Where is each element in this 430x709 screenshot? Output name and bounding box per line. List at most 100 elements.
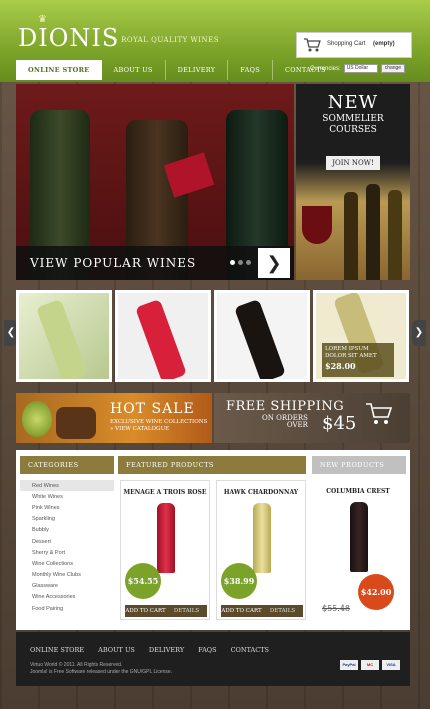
bottle-image: [253, 503, 271, 573]
category-item[interactable]: Wine Collections: [20, 558, 114, 569]
nav-faqs[interactable]: FAQS: [228, 60, 272, 80]
slider-dots: [230, 260, 251, 265]
category-item[interactable]: Wine Accessories: [20, 592, 114, 603]
product-name[interactable]: HAWK CHARDONNAY: [217, 489, 305, 496]
product-price: $54.55: [125, 563, 161, 599]
slider-dot[interactable]: [238, 260, 243, 265]
tagline-text: ROYAL QUALITY WINES: [121, 36, 220, 44]
category-item[interactable]: Pink Wines: [20, 502, 114, 513]
category-item[interactable]: Glassware: [20, 581, 114, 592]
hero-caption-text[interactable]: VIEW POPULAR WINES: [30, 256, 196, 270]
carousel-item[interactable]: [214, 290, 310, 382]
cart-icon: [304, 38, 321, 52]
footer-copyright: Virtuo World © 2011. All Rights Reserved…: [30, 662, 172, 676]
join-now-button[interactable]: JOIN NOW!: [326, 156, 380, 170]
footer-link[interactable]: ABOUT US: [98, 646, 135, 654]
product-actions: ADD TO CART DETAILS: [221, 605, 303, 617]
category-item[interactable]: Bubbly: [20, 525, 114, 536]
carousel-item[interactable]: LOREM IPSUM DOLOR SIT AMET $28.00: [313, 290, 409, 382]
product-carousel: LOREM IPSUM DOLOR SIT AMET $28.00: [16, 290, 410, 382]
bottle-image: [36, 298, 88, 379]
add-to-cart-button[interactable]: ADD TO CART: [221, 605, 262, 617]
shopping-cart[interactable]: Shopping Cart (empty): [296, 32, 412, 58]
bottle-image: [350, 502, 368, 572]
payment-icons: PayPal MC VISA: [340, 660, 400, 670]
add-to-cart-button[interactable]: ADD TO CART: [125, 605, 166, 617]
product-card[interactable]: COLUMBIA CREST $55.48 $42.00: [314, 480, 404, 620]
category-item[interactable]: White Wines: [20, 491, 114, 502]
slider-dot[interactable]: [230, 260, 235, 265]
footer-link[interactable]: CONTACTS: [231, 646, 269, 654]
content-area: CATEGORIES Red Wines White Wines Pink Wi…: [16, 450, 410, 630]
category-item[interactable]: Monthly Wine Clubs: [20, 570, 114, 581]
category-item[interactable]: Sparkling: [20, 514, 114, 525]
hot-sale-title: HOT SALE: [110, 401, 195, 417]
footer-link[interactable]: ONLINE STORE: [30, 646, 84, 654]
old-price: $55.48: [322, 604, 350, 613]
header: ♛ DIONIS ✦ ROYAL QUALITY WINES Shopping …: [0, 0, 430, 82]
overlay-price: $28.00: [325, 361, 356, 371]
footer-link[interactable]: FAQS: [198, 646, 216, 654]
product-actions: ADD TO CART DETAILS: [125, 605, 207, 617]
cart-status: (empty): [373, 41, 395, 47]
promo-subtitle: SOMMELIER COURSES: [296, 114, 410, 136]
logo[interactable]: DIONIS: [18, 24, 119, 52]
category-item[interactable]: Sherry & Port: [20, 547, 114, 558]
category-item[interactable]: Food Pairing: [20, 603, 114, 614]
nav-online-store[interactable]: ONLINE STORE: [16, 60, 102, 80]
copyright-line: Joomla! is Free Software released under …: [30, 669, 173, 675]
product-name[interactable]: COLUMBIA CREST: [314, 488, 402, 495]
free-shipping-subtitle: ON ORDERS OVER: [262, 415, 308, 429]
hot-sale-subtitle: EXCLUSIVE WINE COLLECTIONS » VIEW CATALO…: [110, 419, 207, 433]
overlay-text: LOREM IPSUM DOLOR SIT AMET: [325, 346, 377, 359]
slider-dot[interactable]: [246, 260, 251, 265]
footer-nav: ONLINE STORE ABOUT US DELIVERY FAQS CONT…: [30, 646, 269, 654]
promo-subtitle-line: COURSES: [329, 125, 377, 135]
details-button[interactable]: DETAILS: [262, 605, 303, 617]
hero-slider[interactable]: VIEW POPULAR WINES ❯: [16, 84, 294, 280]
sommelier-promo[interactable]: NEW SOMMELIER COURSES JOIN NOW!: [296, 84, 410, 280]
footer: ONLINE STORE ABOUT US DELIVERY FAQS CONT…: [16, 632, 410, 686]
carousel-overlay[interactable]: LOREM IPSUM DOLOR SIT AMET $28.00: [322, 343, 394, 377]
nav-about-us[interactable]: ABOUT US: [102, 60, 165, 80]
cart-icon: [366, 403, 393, 424]
free-shipping-amount: $45: [322, 413, 357, 434]
new-products-heading: NEW PRODUCTS: [312, 456, 406, 474]
carousel-next-button[interactable]: ❯: [412, 320, 426, 346]
product-price: $38.99: [221, 563, 257, 599]
view-catalogue-link[interactable]: » VIEW CATALOGUE: [110, 426, 207, 433]
promo-title: NEW: [327, 92, 379, 113]
product-card[interactable]: HAWK CHARDONNAY $38.99 ADD TO CART DETAI…: [216, 480, 306, 620]
shipping-line: OVER: [286, 421, 308, 429]
hot-sale-banner[interactable]: HOT SALE EXCLUSIVE WINE COLLECTIONS » VI…: [16, 393, 212, 443]
nav-contacts[interactable]: CONTACTS: [273, 60, 338, 80]
featured-products-heading: FEATURED PRODUCTS: [118, 456, 306, 474]
product-name[interactable]: MENAGE A TROIS ROSE: [121, 489, 209, 496]
hot-sale-line: EXCLUSIVE WINE COLLECTIONS: [110, 419, 208, 425]
category-item[interactable]: Dessert: [20, 536, 114, 547]
categories-heading: CATEGORIES: [20, 456, 114, 474]
tagline: ✦ ROYAL QUALITY WINES: [112, 36, 220, 44]
promo-subtitle-line: SOMMELIER: [322, 114, 384, 124]
bottle-image: [344, 192, 358, 280]
hero-caption: VIEW POPULAR WINES ❯: [16, 246, 294, 280]
change-currency-button[interactable]: change: [380, 64, 406, 73]
carousel-item[interactable]: [16, 290, 112, 382]
visa-icon: VISA: [382, 660, 400, 670]
details-button[interactable]: DETAILS: [166, 605, 207, 617]
bottle-image: [234, 298, 286, 379]
wine-glass-image: [302, 206, 332, 244]
footer-link[interactable]: DELIVERY: [149, 646, 184, 654]
main-nav: ONLINE STORE ABOUT US DELIVERY FAQS CONT…: [16, 60, 338, 80]
product-card[interactable]: MENAGE A TROIS ROSE $54.55 ADD TO CART D…: [120, 480, 210, 620]
bottle-image: [366, 184, 380, 280]
slider-next-button[interactable]: ❯: [258, 248, 290, 278]
category-item[interactable]: Red Wines: [20, 480, 114, 492]
carousel-item[interactable]: [115, 290, 211, 382]
bottle-image: [157, 503, 175, 573]
categories-list: Red Wines White Wines Pink Wines Sparkli…: [20, 480, 114, 614]
currency-select[interactable]: US Dollar: [343, 64, 378, 73]
nav-delivery[interactable]: DELIVERY: [166, 60, 228, 80]
mastercard-icon: MC: [361, 660, 379, 670]
free-shipping-banner[interactable]: FREE SHIPPING ON ORDERS OVER $45: [214, 393, 410, 443]
